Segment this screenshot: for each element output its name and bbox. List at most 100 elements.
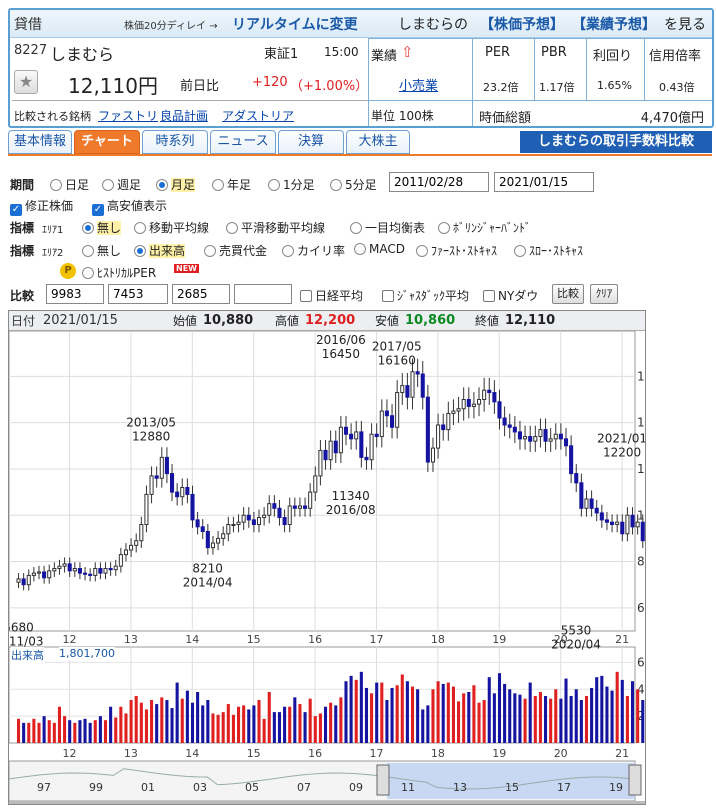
price-change-pct: （+1.00%） [290, 79, 369, 94]
tab-1[interactable]: 基本情報 [8, 130, 72, 154]
volume-bar [370, 693, 374, 743]
candle-body [553, 433, 558, 440]
volume-bar [134, 696, 138, 743]
slider-year-label: 03 [193, 781, 207, 794]
area2-radio-6[interactable]: ﾌｧｰｽﾄ･ｽﾄｷｬｽ [416, 242, 497, 259]
realtime-link[interactable]: リアルタイムに変更 [232, 14, 358, 34]
period-option-label: 月足 [171, 178, 196, 192]
volume-bar [288, 706, 292, 743]
tab-4[interactable]: ニュース [210, 130, 276, 154]
volume-bar [175, 682, 179, 743]
area1-radio-5[interactable]: ﾎﾞﾘﾝｼﾞｬｰﾊﾞﾝﾄﾞ [438, 219, 531, 236]
delay-text: 株価20分ディレイ → [124, 21, 218, 32]
area2-radio-4[interactable]: カイリ率 [282, 242, 345, 259]
x-tick-label: 21 [615, 633, 629, 646]
candle-body [159, 456, 164, 479]
compare-code-3[interactable] [172, 284, 230, 304]
candle-body [195, 519, 200, 528]
area2-radio-1[interactable]: 無し [82, 242, 121, 259]
annotation-line: 2016/06 [316, 333, 366, 347]
candle-body [395, 392, 400, 428]
volume-bar [574, 689, 578, 743]
tab-6[interactable]: 大株主 [346, 130, 410, 154]
tab-2[interactable]: チャート [74, 130, 140, 154]
perf-label: 業績 [371, 49, 398, 64]
period-radio-4[interactable]: 年足 [212, 176, 251, 193]
fee-compare-banner[interactable]: しまむらの取引手数料比較 [520, 131, 712, 153]
jasdaq-checkbox[interactable]: ｼﾞｬｽﾀﾞｯｸ平均 [382, 287, 469, 304]
nikkei-checkbox[interactable]: 日経平均 [300, 287, 363, 304]
volume-bar [68, 720, 72, 743]
highlow-checkbox[interactable]: ✓ 高安値表示 [92, 197, 167, 216]
perf-forecast-link[interactable]: 【業績予想】 [572, 14, 656, 34]
favorite-star-icon[interactable]: ★ [14, 70, 38, 94]
tab-5[interactable]: 決算 [278, 130, 344, 154]
volume-bar [385, 700, 389, 743]
candle-body [42, 571, 47, 579]
candle-body [579, 482, 584, 509]
candle-body [451, 410, 456, 414]
volume-bar [237, 706, 241, 743]
volume-bar [283, 706, 287, 743]
stock-forecast-link[interactable]: 【株価予想】 [480, 14, 564, 34]
forecast-suffix: を見る [664, 17, 706, 33]
candle-body [180, 486, 185, 498]
volume-bar [584, 696, 589, 743]
volume-bar [615, 671, 619, 743]
area1-radio-3[interactable]: 平滑移動平均線 [226, 219, 325, 236]
compare-code-4[interactable] [234, 284, 292, 304]
candle-body [287, 505, 292, 526]
checkbox-icon [382, 290, 394, 302]
period-radio-6[interactable]: 5分足 [330, 176, 377, 193]
quote-time: 15:00 [324, 45, 359, 59]
period-radio-3[interactable]: 月足 [156, 176, 196, 193]
volume-bar [83, 718, 87, 743]
sector-link[interactable]: 小売業 [399, 75, 438, 94]
volume-bar [497, 673, 502, 743]
volume-bar [201, 705, 205, 743]
candle-body [164, 456, 169, 475]
volume-bar [303, 712, 307, 743]
candle-body [369, 433, 374, 461]
tab-3[interactable]: 時系列 [142, 130, 208, 154]
compare-button[interactable]: 比較 [552, 284, 584, 304]
area1-radio-4[interactable]: 一目均衡表 [350, 219, 425, 236]
candle-body [67, 563, 72, 572]
candle-body [108, 567, 113, 571]
adjusted-checkbox[interactable]: ✓ 修正株価 [10, 197, 73, 216]
volume-bar [544, 696, 548, 743]
compare-code-2[interactable] [108, 284, 168, 304]
nikkei-label: 日経平均 [315, 289, 364, 303]
compare-link-1[interactable]: ファストリ [98, 107, 158, 124]
price-volume-chart[interactable]: 1212131314141515161617171818191920202121… [9, 331, 645, 804]
nydow-checkbox[interactable]: NYダウ [483, 287, 538, 304]
radio-icon [438, 222, 450, 234]
period-radio-5[interactable]: 1分足 [268, 176, 315, 193]
candle-body [640, 521, 645, 542]
area1-radio-2[interactable]: 移動平均線 [134, 219, 209, 236]
date-to-input[interactable] [494, 172, 594, 192]
candle-body [236, 521, 241, 526]
area1-option-label: 移動平均線 [149, 221, 210, 235]
volume-bar [641, 700, 645, 743]
clear-button[interactable]: ｸﾘｱ [590, 284, 618, 304]
volume-bar [63, 716, 67, 743]
period-radio-2[interactable]: 週足 [102, 176, 141, 193]
compare-link-2[interactable]: 良品計画 [160, 107, 208, 124]
date-from-input[interactable] [389, 172, 489, 192]
area2-radio-5[interactable]: MACD [354, 242, 405, 256]
x-tick-label: 12 [62, 633, 76, 646]
compare-code-1[interactable] [46, 284, 104, 304]
hist-per-radio[interactable]: ﾋｽﾄﾘｶﾙPER [82, 264, 156, 281]
period-radio-1[interactable]: 日足 [50, 176, 89, 193]
candle-body [221, 533, 226, 539]
market-cap-cell: 時価総額 4,470億円 [472, 100, 712, 126]
area2-radio-7[interactable]: ｽﾛｰ･ｽﾄｷｬｽ [514, 242, 583, 259]
volume-bar [349, 675, 353, 743]
area2-radio-3[interactable]: 売買代金 [204, 242, 267, 259]
area1-radio-1[interactable]: 無し [82, 219, 122, 236]
compare-link-3[interactable]: アダストリア [222, 107, 294, 124]
volume-bar [595, 677, 599, 743]
candle-body [635, 521, 640, 528]
area2-radio-2[interactable]: 出来高 [134, 242, 186, 259]
